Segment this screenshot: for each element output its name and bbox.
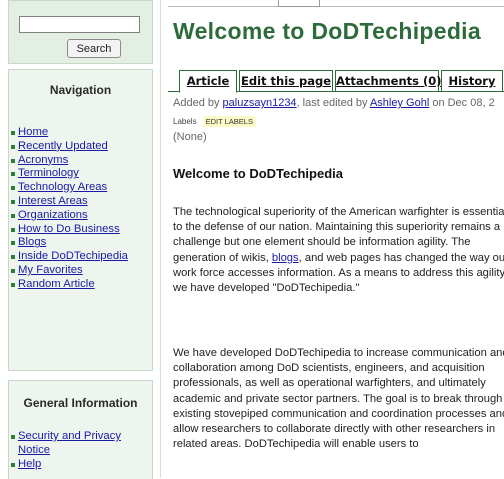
tab-edit-label: Edit this page — [240, 74, 332, 88]
nav-item-inside-dodtechipedia: Inside DoDTechipedia — [9, 250, 128, 264]
goal-paragraph: We have developed DoDTechipedia to incre… — [173, 347, 504, 451]
added-by-text: Added by — [173, 97, 223, 109]
tab-article[interactable]: Article — [179, 70, 237, 93]
page-title: Welcome to DoDTechipedia — [173, 18, 481, 44]
nav-link-interest-areas[interactable]: Interest Areas — [18, 195, 88, 207]
nav-item-home: Home — [9, 126, 128, 140]
nav-link-blogs[interactable]: Blogs — [18, 236, 46, 248]
nav-link-how-to-do-business[interactable]: How to Do Business — [18, 223, 120, 235]
nav-link-recently-updated[interactable]: Recently Updated — [18, 140, 108, 152]
bullet-icon — [11, 158, 15, 163]
bullet-icon — [11, 131, 15, 135]
nav-item-recently-updated: Recently Updated — [9, 140, 128, 154]
nav-item-random-article: Random Article — [9, 278, 128, 292]
edited-by-text: , last edited by — [296, 97, 370, 109]
gi-item-security-privacy: Security and Privacy Notice — [9, 430, 148, 458]
tab-attachments[interactable]: Attachments (0) — [335, 70, 442, 91]
nav-link-acronyms[interactable]: Acronyms — [18, 154, 68, 166]
labels-row: Labels EDIT LABELS — [173, 116, 256, 127]
gi-item-help: Help — [9, 458, 148, 472]
nav-item-my-favorites: My Favorites — [9, 264, 128, 278]
edit-labels-button[interactable]: EDIT LABELS — [202, 116, 256, 127]
nav-link-my-favorites[interactable]: My Favorites — [18, 264, 83, 276]
navigation-heading: Navigation — [49, 83, 112, 97]
general-information-list: Security and Privacy Notice Help — [9, 430, 148, 471]
nav-link-technology-areas[interactable]: Technology Areas — [18, 181, 107, 193]
bullet-icon — [11, 213, 15, 218]
editor-link[interactable]: Ashley Gohl — [370, 97, 429, 109]
nav-item-how-to-do-business: How to Do Business — [9, 223, 128, 237]
nav-item-acronyms: Acronyms — [9, 154, 128, 168]
tab-attachments-label: Attachments (0) — [336, 74, 442, 88]
blogs-link[interactable]: blogs — [272, 252, 299, 264]
bullet-icon — [11, 186, 15, 191]
tab-edit-page[interactable]: Edit this page — [239, 70, 333, 91]
bullet-icon — [11, 241, 15, 246]
bullet-icon — [11, 144, 15, 149]
nav-link-random-article[interactable]: Random Article — [18, 278, 95, 290]
bullet-icon — [11, 227, 15, 232]
tab-article-label: Article — [186, 74, 230, 88]
bullet-icon — [11, 435, 15, 439]
top-toolbar-strip — [168, 0, 504, 7]
bullet-icon — [11, 172, 15, 177]
navigation-panel: Navigation Home Recently Updated Acronym… — [8, 69, 153, 371]
labels-value: (None) — [173, 131, 207, 143]
bullet-icon — [11, 199, 15, 204]
navigation-list: Home Recently Updated Acronyms Terminolo… — [9, 126, 128, 292]
nav-link-terminology[interactable]: Terminology — [18, 167, 79, 179]
search-button[interactable]: Search — [67, 39, 121, 58]
bullet-icon — [11, 268, 15, 273]
gi-link-help[interactable]: Help — [18, 458, 41, 470]
nav-item-terminology: Terminology — [9, 167, 128, 181]
general-information-heading: General Information — [23, 396, 138, 410]
search-panel: Search — [8, 0, 153, 64]
nav-link-home[interactable]: Home — [18, 126, 48, 138]
toolbar-fragment — [278, 0, 320, 7]
nav-item-technology-areas: Technology Areas — [9, 181, 128, 195]
bullet-icon — [11, 282, 15, 287]
intro-paragraph: The technological superiority of the Ame… — [173, 205, 504, 296]
date-text: on Dec 08, 2 — [429, 97, 495, 109]
general-information-panel: General Information Security and Privacy… — [8, 380, 153, 479]
nav-link-organizations[interactable]: Organizations — [18, 209, 88, 221]
search-input[interactable] — [19, 16, 140, 33]
labels-label: Labels — [173, 117, 197, 126]
nav-item-interest-areas: Interest Areas — [9, 195, 128, 209]
main-content: Welcome to DoDTechipedia Article Edit th… — [168, 0, 504, 478]
sidebar: Search Navigation Home Recently Updated … — [0, 0, 161, 479]
author-link[interactable]: paluzsayn1234 — [223, 97, 297, 109]
bullet-icon — [11, 255, 15, 260]
bullet-icon — [11, 462, 15, 467]
page-metadata: Added by paluzsayn1234, last edited by A… — [173, 97, 495, 109]
tab-history-label: History — [448, 74, 496, 88]
gi-link-security-privacy[interactable]: Security and Privacy Notice — [18, 430, 121, 456]
nav-link-inside-dodtechipedia[interactable]: Inside DoDTechipedia — [18, 250, 128, 262]
section-heading: Welcome to DoDTechipedia — [173, 166, 343, 181]
nav-item-blogs: Blogs — [9, 236, 128, 250]
tab-history[interactable]: History — [441, 70, 503, 91]
nav-item-organizations: Organizations — [9, 209, 128, 223]
